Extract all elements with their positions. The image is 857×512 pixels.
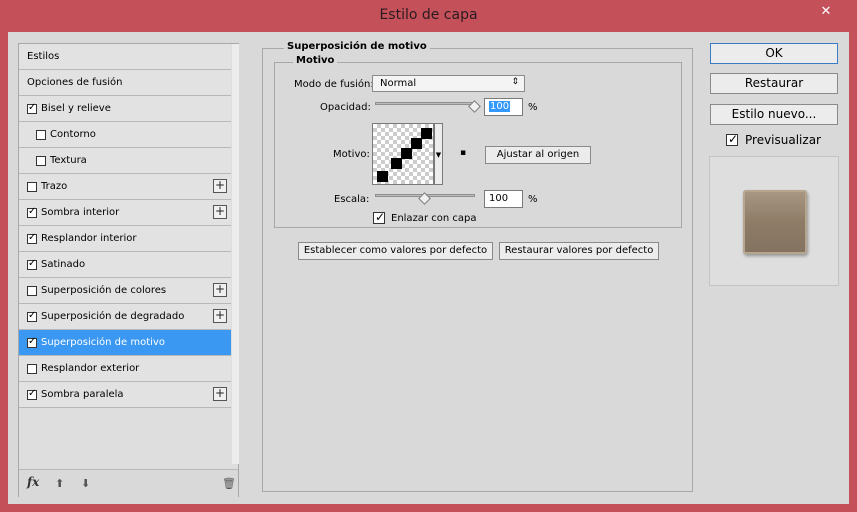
- styles-list: Estilos Opciones de fusión Bisel y relieve…: [18, 43, 239, 497]
- updown-arrow-icon: ⇕: [511, 77, 519, 87]
- style-checkbox[interactable]: [27, 310, 37, 322]
- style-checkbox[interactable]: [27, 258, 37, 270]
- style-list-item[interactable]: Bisel y relieve: [19, 96, 231, 122]
- scale-percent: %: [528, 194, 538, 205]
- style-list-item-label: Superposición de motivo: [41, 337, 165, 348]
- add-style-icon[interactable]: +: [213, 283, 227, 297]
- style-list-item[interactable]: Textura: [19, 148, 231, 174]
- style-list-item[interactable]: Superposición de colores +: [19, 278, 231, 304]
- add-style-icon[interactable]: +: [213, 179, 227, 193]
- style-list-item-label: Sombra interior: [41, 207, 120, 218]
- style-list-item[interactable]: Superposición de degradado +: [19, 304, 231, 330]
- snap-to-origin-button[interactable]: Ajustar al origen: [485, 146, 591, 164]
- style-list-item-label: Satinado: [41, 259, 86, 270]
- style-list-item-label: Trazo: [41, 181, 68, 192]
- preview-label: Previsualizar: [745, 133, 821, 147]
- link-with-layer-checkbox[interactable]: [373, 210, 385, 224]
- set-default-button[interactable]: Establecer como valores por defecto: [298, 242, 493, 260]
- restore-button[interactable]: Restaurar: [710, 73, 838, 94]
- blend-mode-select[interactable]: Normal ⇕: [372, 75, 525, 92]
- style-list-item[interactable]: Sombra paralela +: [19, 382, 231, 408]
- link-with-layer-label: Enlazar con capa: [391, 213, 477, 224]
- preview-checkbox[interactable]: [726, 132, 738, 146]
- scale-label: Escala:: [334, 194, 370, 205]
- trash-icon[interactable]: 🗑: [222, 477, 236, 490]
- add-style-icon[interactable]: +: [213, 205, 227, 219]
- style-checkbox[interactable]: [27, 182, 37, 192]
- add-style-icon[interactable]: +: [213, 387, 227, 401]
- pattern-square: [401, 148, 412, 159]
- opacity-slider[interactable]: [375, 102, 475, 105]
- style-list-item[interactable]: Satinado: [19, 252, 231, 278]
- style-checkbox[interactable]: [36, 156, 46, 166]
- pattern-swatch[interactable]: [372, 123, 434, 185]
- style-checkbox[interactable]: [27, 102, 37, 114]
- title-bar[interactable]: Estilo de capa ✕: [0, 0, 857, 32]
- opacity-input[interactable]: 100: [484, 98, 523, 116]
- style-list-item-label: Textura: [50, 155, 87, 166]
- style-checkbox[interactable]: [27, 286, 37, 296]
- ok-button[interactable]: OK: [710, 43, 838, 64]
- style-list-item[interactable]: Sombra interior +: [19, 200, 231, 226]
- pattern-group-title: Motivo: [293, 55, 338, 66]
- pattern-square: [377, 171, 388, 182]
- dialog-body: Estilos Opciones de fusión Bisel y relieve…: [8, 32, 849, 504]
- pattern-square: [391, 158, 402, 169]
- style-list-item-label: Superposición de colores: [41, 285, 167, 296]
- style-list-item[interactable]: Superposición de motivo: [19, 330, 231, 356]
- pattern-square: [421, 128, 432, 139]
- preview-swatch: [743, 190, 807, 254]
- list-footer: fx ⬆ ⬇ 🗑: [19, 469, 238, 497]
- style-list-item[interactable]: Estilos: [19, 44, 231, 70]
- preview-area: [709, 156, 839, 286]
- new-style-button[interactable]: Estilo nuevo...: [710, 104, 838, 125]
- fx-icon[interactable]: fx: [27, 475, 39, 489]
- close-icon[interactable]: ✕: [803, 1, 849, 23]
- blend-mode-value: Normal: [380, 78, 417, 89]
- style-list-item-label: Contorno: [50, 129, 96, 140]
- style-list-item-label: Opciones de fusión: [27, 77, 123, 88]
- add-style-icon[interactable]: +: [213, 309, 227, 323]
- layer-style-dialog: Estilo de capa ✕ Estilos Opciones de fusi…: [0, 0, 857, 512]
- style-checkbox[interactable]: [27, 388, 37, 400]
- opacity-label: Opacidad:: [320, 102, 371, 113]
- style-list-item[interactable]: Trazo +: [19, 174, 231, 200]
- blend-mode-label: Modo de fusión:: [294, 79, 374, 90]
- scale-input[interactable]: 100: [484, 190, 523, 208]
- panel-title: Superposición de motivo: [284, 41, 430, 52]
- pattern-dropdown-icon[interactable]: ▼: [434, 123, 443, 185]
- style-list-item-label: Resplandor exterior: [41, 363, 140, 374]
- style-list-item-label: Superposición de degradado: [41, 311, 185, 322]
- style-list-item[interactable]: Resplandor interior: [19, 226, 231, 252]
- style-checkbox[interactable]: [27, 206, 37, 218]
- opacity-percent: %: [528, 102, 538, 113]
- window-title: Estilo de capa: [379, 7, 478, 23]
- style-checkbox[interactable]: [27, 364, 37, 374]
- style-list-item-label: Resplandor interior: [41, 233, 137, 244]
- style-checkbox[interactable]: [27, 232, 37, 244]
- style-list-item[interactable]: Opciones de fusión: [19, 70, 231, 96]
- pattern-label: Motivo:: [333, 149, 370, 160]
- style-checkbox[interactable]: [36, 130, 46, 140]
- reset-default-button[interactable]: Restaurar valores por defecto: [499, 242, 659, 260]
- move-down-icon[interactable]: ⬇: [81, 477, 90, 490]
- pattern-square: [411, 138, 422, 149]
- opacity-value: 100: [489, 101, 511, 112]
- style-list-item-label: Estilos: [27, 51, 60, 62]
- style-list-item[interactable]: Resplandor exterior: [19, 356, 231, 382]
- style-list-item-label: Bisel y relieve: [41, 103, 111, 114]
- style-checkbox[interactable]: [27, 336, 37, 348]
- new-preset-icon[interactable]: ▪: [460, 148, 466, 158]
- style-list-item-label: Sombra paralela: [41, 389, 124, 400]
- move-up-icon[interactable]: ⬆: [55, 477, 64, 490]
- style-list-item[interactable]: Contorno: [19, 122, 231, 148]
- list-scrollbar[interactable]: [232, 44, 239, 464]
